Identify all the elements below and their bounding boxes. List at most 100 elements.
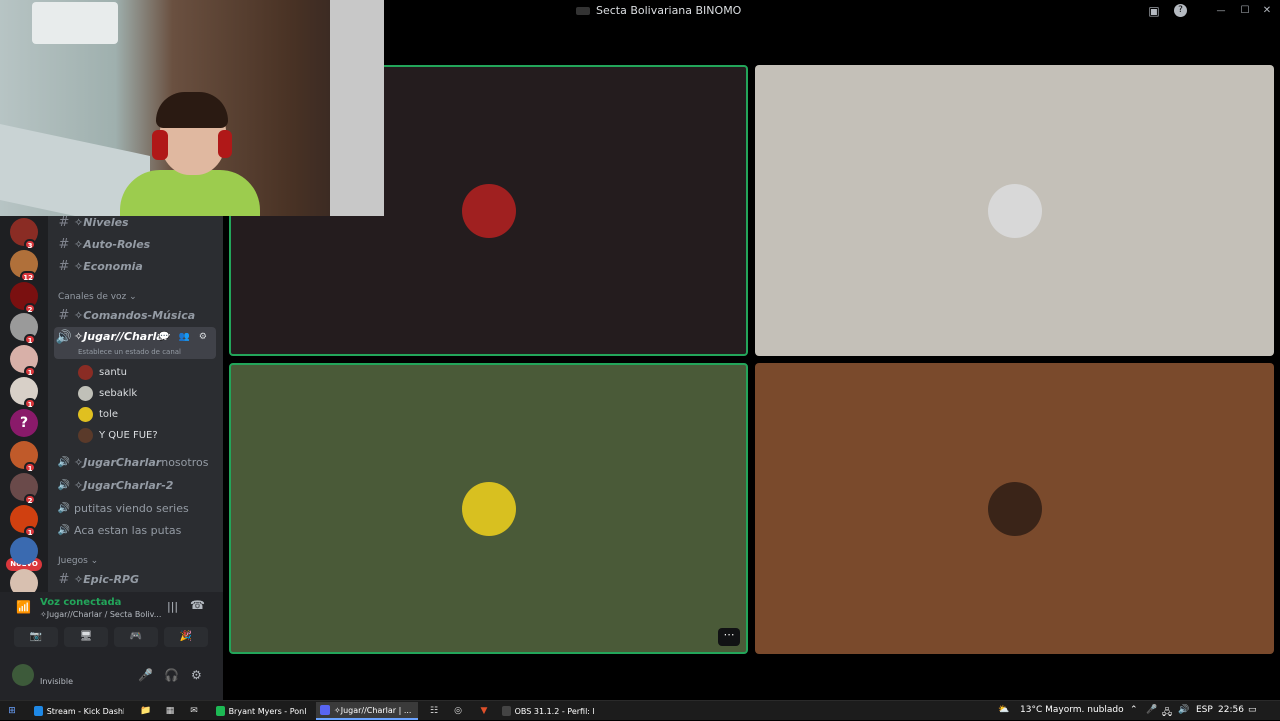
tray-chevron-icon[interactable]: ⌃ <box>1130 705 1138 715</box>
voice-channel[interactable]: 🔊 ✧JugarCharlar-2 <box>54 474 216 496</box>
server-icon-5[interactable]: 1 <box>10 345 38 377</box>
channel-epic-rpg[interactable]: # ✧Epic-RPG <box>54 568 216 590</box>
taskbar-app[interactable]: Bryant Myers - Ponle... <box>212 702 310 720</box>
user-status[interactable]: Invisible <box>40 677 73 686</box>
language-indicator[interactable]: ESP <box>1196 705 1213 715</box>
webcam-person-shirt <box>120 170 260 216</box>
window-title: Secta Bolivariana BINOMO <box>576 4 741 17</box>
avatar <box>78 406 93 422</box>
server-icon-4[interactable]: 1 <box>10 313 38 345</box>
voice-user[interactable]: sebaklk <box>78 384 137 402</box>
server-icon-11[interactable] <box>10 537 38 565</box>
webcam-overlay <box>0 0 384 216</box>
taskbar-app[interactable]: Stream - Kick Dashb... <box>30 702 128 720</box>
inbox-icon[interactable]: ▣ <box>1145 2 1163 20</box>
server-icon-10[interactable]: 1 <box>10 505 38 537</box>
notifications-icon[interactable]: ▭ <box>1248 705 1257 715</box>
app-icon <box>502 706 511 716</box>
headphones-icon[interactable]: 🎧 <box>164 668 179 682</box>
server-icon-2[interactable]: 12 <box>10 250 38 282</box>
voice-channel-path[interactable]: ✧Jugar//Charlar / Secta Boliv... <box>40 610 161 619</box>
category-voice[interactable]: Canales de voz ⌄ <box>58 292 137 302</box>
network-icon[interactable]: 🖧 <box>1162 705 1172 721</box>
taskbar-app[interactable]: ✧Jugar//Charlar | ... <box>316 702 418 720</box>
steam-icon[interactable]: ◎ <box>452 705 464 717</box>
clock[interactable]: 22:56 <box>1218 705 1244 715</box>
screen-share-button[interactable]: 🖥 <box>64 627 108 647</box>
app-icon <box>320 705 330 715</box>
voice-user[interactable]: tole <box>78 405 118 423</box>
settings-icon[interactable]: ⚙ <box>191 668 202 682</box>
noise-suppression-icon[interactable]: ||| <box>167 600 178 613</box>
voice-user[interactable]: Y QUE FUE? <box>78 426 158 444</box>
more-options-icon[interactable]: ⋯ <box>718 628 740 646</box>
volume-icon[interactable]: 🔊 <box>1178 705 1189 715</box>
maximize-button[interactable]: ☐ <box>1236 2 1254 20</box>
help-icon[interactable]: ? <box>1174 4 1187 17</box>
file-explorer-icon[interactable]: 📁 <box>140 705 152 717</box>
mention-badge: 1 <box>24 398 36 409</box>
minimize-button[interactable]: — <box>1212 2 1230 20</box>
voice-user-name: sebaklk <box>99 387 138 399</box>
taskbar-app-label: Bryant Myers - Ponle... <box>228 706 306 716</box>
signal-icon[interactable]: 📶 <box>16 600 31 614</box>
voice-channel-name: ✧JugarCharlar-2 <box>74 478 174 492</box>
voice-status: Voz conectada <box>40 597 122 608</box>
video-tile[interactable] <box>755 363 1274 654</box>
webcam-person-hair <box>156 92 228 128</box>
mention-badge: 12 <box>20 271 36 282</box>
camera-button[interactable]: 📷 <box>14 627 58 647</box>
voice-channel[interactable]: 🔊 Aca estan las putas <box>54 519 216 541</box>
voice-channel[interactable]: 🔊 ✧JugarCharlar nosotros <box>54 451 216 473</box>
server-icon-7[interactable]: ? <box>10 409 38 437</box>
mic-icon[interactable]: 🎤 <box>138 668 153 682</box>
hash-icon: # <box>58 214 70 230</box>
mention-badge: 1 <box>24 334 36 345</box>
webcam-headphones-left <box>152 130 168 160</box>
windows-taskbar: ⊞ Stream - Kick Dashb... Bryant Myers - P… <box>0 700 1280 720</box>
mail-icon[interactable]: ✉ <box>188 705 200 717</box>
user-avatar[interactable] <box>12 664 34 686</box>
activities-button[interactable]: 🎮 <box>114 627 158 647</box>
hash-icon: # <box>58 258 70 274</box>
windows-start-icon[interactable]: ⊞ <box>6 705 18 717</box>
video-tile[interactable] <box>755 65 1274 356</box>
store-icon[interactable]: ▦ <box>164 705 176 717</box>
speaker-icon: 🔊 <box>55 330 73 345</box>
voice-connection-panel: 📶 Voz conectada ✧Jugar//Charlar / Secta … <box>0 592 223 656</box>
voice-user[interactable]: santu <box>78 363 127 381</box>
avatar <box>78 427 93 443</box>
mention-badge: 1 <box>24 462 36 473</box>
category-games[interactable]: Juegos ⌄ <box>58 556 98 566</box>
voice-channel[interactable]: 🔊 putitas viendo series <box>54 497 216 519</box>
weather-icon[interactable]: ⛅ <box>998 705 1009 715</box>
server-icon-3[interactable]: 2 <box>10 282 38 314</box>
video-tile[interactable]: ⋯ <box>229 363 748 654</box>
close-button[interactable]: ✕ <box>1258 2 1276 20</box>
channel-comandos-musica[interactable]: # ✧Comandos-Música <box>54 304 216 326</box>
soundboard-button[interactable]: 🎉 <box>164 627 208 647</box>
voice-user-name: Y QUE FUE? <box>99 429 158 441</box>
server-icon-6[interactable]: 1 <box>10 377 38 409</box>
voice-user-name: tole <box>99 408 118 420</box>
brave-icon[interactable]: ▼ <box>478 705 490 717</box>
voice-channel-suffix: nosotros <box>161 455 209 469</box>
taskbar-app[interactable]: OBS 31.1.2 - Perfil: ki... <box>498 702 598 720</box>
channel-economia[interactable]: # ✧Economia <box>54 255 216 277</box>
mention-badge: 1 <box>24 526 36 537</box>
speaker-icon: 🔊 <box>57 502 71 514</box>
discord-app: Secta Bolivariana BINOMO ▣ ? — ☐ ✕ ⋯ NUE… <box>0 0 1280 700</box>
server-icon-9[interactable]: 2 <box>10 473 38 505</box>
tray-mic-icon[interactable]: 🎤 <box>1146 705 1157 715</box>
server-icon-8[interactable]: 1 <box>10 441 38 473</box>
server-icon-1[interactable]: 3 <box>10 218 38 250</box>
channel-status-hint[interactable]: Establece un estado de canal <box>78 348 181 356</box>
weather-text[interactable]: 13°C Mayorm. nublado <box>1020 705 1124 715</box>
channel-auto-roles[interactable]: # ✧Auto-Roles <box>54 233 216 255</box>
avatar <box>987 481 1042 536</box>
task-view-icon[interactable]: ☷ <box>428 705 440 717</box>
channel-action-icons[interactable]: 💬 👥 ⚙ <box>159 332 210 342</box>
avatar <box>461 183 516 238</box>
voice-user-name: santu <box>99 366 127 378</box>
disconnect-icon[interactable]: ☎ <box>190 598 205 612</box>
